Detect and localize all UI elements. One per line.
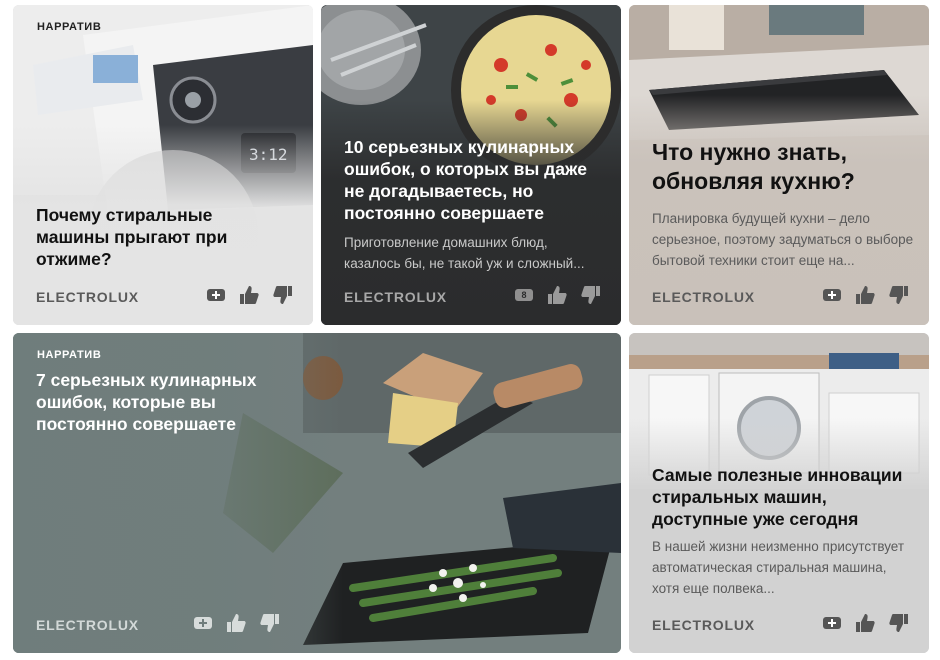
card-actions xyxy=(194,613,280,633)
card-actions: 8 xyxy=(515,285,601,305)
comment-count: 8 xyxy=(521,290,527,300)
article-title[interactable]: Почему стиральные машины прыгают при отж… xyxy=(36,204,266,270)
source-name[interactable]: ELECTROLUX xyxy=(36,289,139,305)
narrative-badge: НАРРАТИВ xyxy=(37,21,102,33)
article-card-cooking-mistakes-10[interactable]: 10 серьезных кулинарных ошибок, о которы… xyxy=(321,5,621,325)
card-actions xyxy=(823,613,909,633)
article-card-washing-machine-jump[interactable]: 3:12 НАРРАТИВ Почему стиральные машины п… xyxy=(13,5,313,325)
article-title[interactable]: 10 серьезных кулинарных ошибок, о которы… xyxy=(344,136,604,224)
card-actions xyxy=(823,285,909,305)
article-card-kitchen-renovation[interactable]: Что нужно знать, обновляя кухню? Планиро… xyxy=(629,5,929,325)
comment-plus-icon[interactable] xyxy=(823,616,841,630)
thumbs-down-icon[interactable] xyxy=(889,285,909,305)
article-description: Приготовление домашних блюд, казалось бы… xyxy=(344,235,585,271)
article-card-washing-machine-innovations[interactable]: Самые полезные инновации стиральных маши… xyxy=(629,333,929,653)
comment-plus-icon[interactable] xyxy=(207,288,225,302)
thumbs-up-icon[interactable] xyxy=(547,285,567,305)
comment-plus-icon[interactable] xyxy=(194,616,212,630)
article-card-cooking-mistakes-7[interactable]: НАРРАТИВ 7 серьезных кулинарных ошибок, … xyxy=(13,333,621,653)
article-description: Планировка будущей кухни – дело серьезно… xyxy=(652,211,914,268)
thumbs-up-icon[interactable] xyxy=(855,613,875,633)
comment-plus-icon[interactable] xyxy=(823,288,841,302)
thumbs-up-icon[interactable] xyxy=(855,285,875,305)
article-title[interactable]: Что нужно знать, обновляя кухню? xyxy=(652,138,902,196)
source-name[interactable]: ELECTROLUX xyxy=(344,289,447,305)
card-actions xyxy=(207,285,293,305)
comment-count-badge[interactable]: 8 xyxy=(515,288,533,302)
article-title[interactable]: Самые полезные инновации стиральных маши… xyxy=(652,464,922,530)
narrative-badge: НАРРАТИВ xyxy=(37,349,102,361)
source-name[interactable]: ELECTROLUX xyxy=(652,617,755,633)
article-description: В нашей жизни неизменно присутствует авт… xyxy=(652,539,905,596)
source-name[interactable]: ELECTROLUX xyxy=(652,289,755,305)
thumbs-down-icon[interactable] xyxy=(889,613,909,633)
thumbs-down-icon[interactable] xyxy=(260,613,280,633)
thumbs-down-icon[interactable] xyxy=(581,285,601,305)
article-title[interactable]: 7 серьезных кулинарных ошибок, которые в… xyxy=(36,369,271,435)
thumbs-up-icon[interactable] xyxy=(226,613,246,633)
thumbs-down-icon[interactable] xyxy=(273,285,293,305)
source-name[interactable]: ELECTROLUX xyxy=(36,617,139,633)
thumbs-up-icon[interactable] xyxy=(239,285,259,305)
